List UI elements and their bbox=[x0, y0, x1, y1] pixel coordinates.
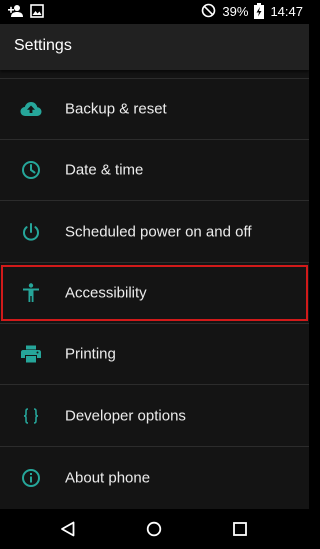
status-indicators: 39% 14:47 bbox=[201, 0, 303, 24]
settings-item-label: Developer options bbox=[65, 407, 186, 424]
add-person-notification-icon bbox=[8, 4, 24, 23]
status-notifications bbox=[8, 4, 44, 23]
settings-item-label: Printing bbox=[65, 345, 116, 363]
navigation-bar bbox=[0, 509, 309, 549]
settings-item-date-time[interactable]: Date & time bbox=[0, 140, 309, 201]
do-not-disturb-icon bbox=[201, 3, 216, 21]
settings-item-printing[interactable]: Printing bbox=[0, 324, 309, 385]
recent-apps-button-icon[interactable] bbox=[228, 517, 252, 541]
clock-icon bbox=[20, 159, 42, 181]
settings-item-about-phone[interactable]: About phone bbox=[0, 447, 309, 508]
settings-item-label: Backup & reset bbox=[65, 100, 167, 118]
printer-icon bbox=[20, 343, 42, 365]
settings-list: Backup & reset Date & time Scheduled pow… bbox=[0, 78, 309, 508]
settings-item-scheduled-power[interactable]: Scheduled power on and off bbox=[0, 201, 309, 263]
image-notification-icon bbox=[30, 4, 44, 23]
app-bar: Settings bbox=[0, 24, 309, 70]
back-button-icon[interactable] bbox=[56, 517, 80, 541]
settings-item-label: Scheduled power on and off bbox=[65, 223, 252, 240]
battery-percent: 39% bbox=[222, 4, 249, 19]
settings-item-accessibility[interactable]: Accessibility bbox=[0, 263, 309, 324]
settings-item-backup-reset[interactable]: Backup & reset bbox=[0, 79, 309, 140]
settings-item-label: Date & time bbox=[65, 161, 144, 179]
accessibility-icon bbox=[20, 282, 42, 304]
settings-item-label: Accessibility bbox=[65, 284, 147, 302]
clock-time: 14:47 bbox=[270, 4, 303, 19]
power-icon bbox=[20, 221, 42, 243]
settings-item-label: About phone bbox=[65, 469, 151, 486]
home-button-icon[interactable] bbox=[142, 517, 166, 541]
info-icon bbox=[20, 467, 42, 489]
braces-icon bbox=[20, 405, 42, 427]
settings-item-developer-options[interactable]: Developer options bbox=[0, 385, 309, 447]
cloud-upload-icon bbox=[20, 98, 42, 120]
page-title: Settings bbox=[14, 37, 72, 54]
battery-charging-icon bbox=[254, 2, 265, 22]
settings-screen: 39% 14:47 Settings Backup & reset Date &… bbox=[0, 0, 309, 549]
status-bar: 39% 14:47 bbox=[0, 0, 309, 24]
